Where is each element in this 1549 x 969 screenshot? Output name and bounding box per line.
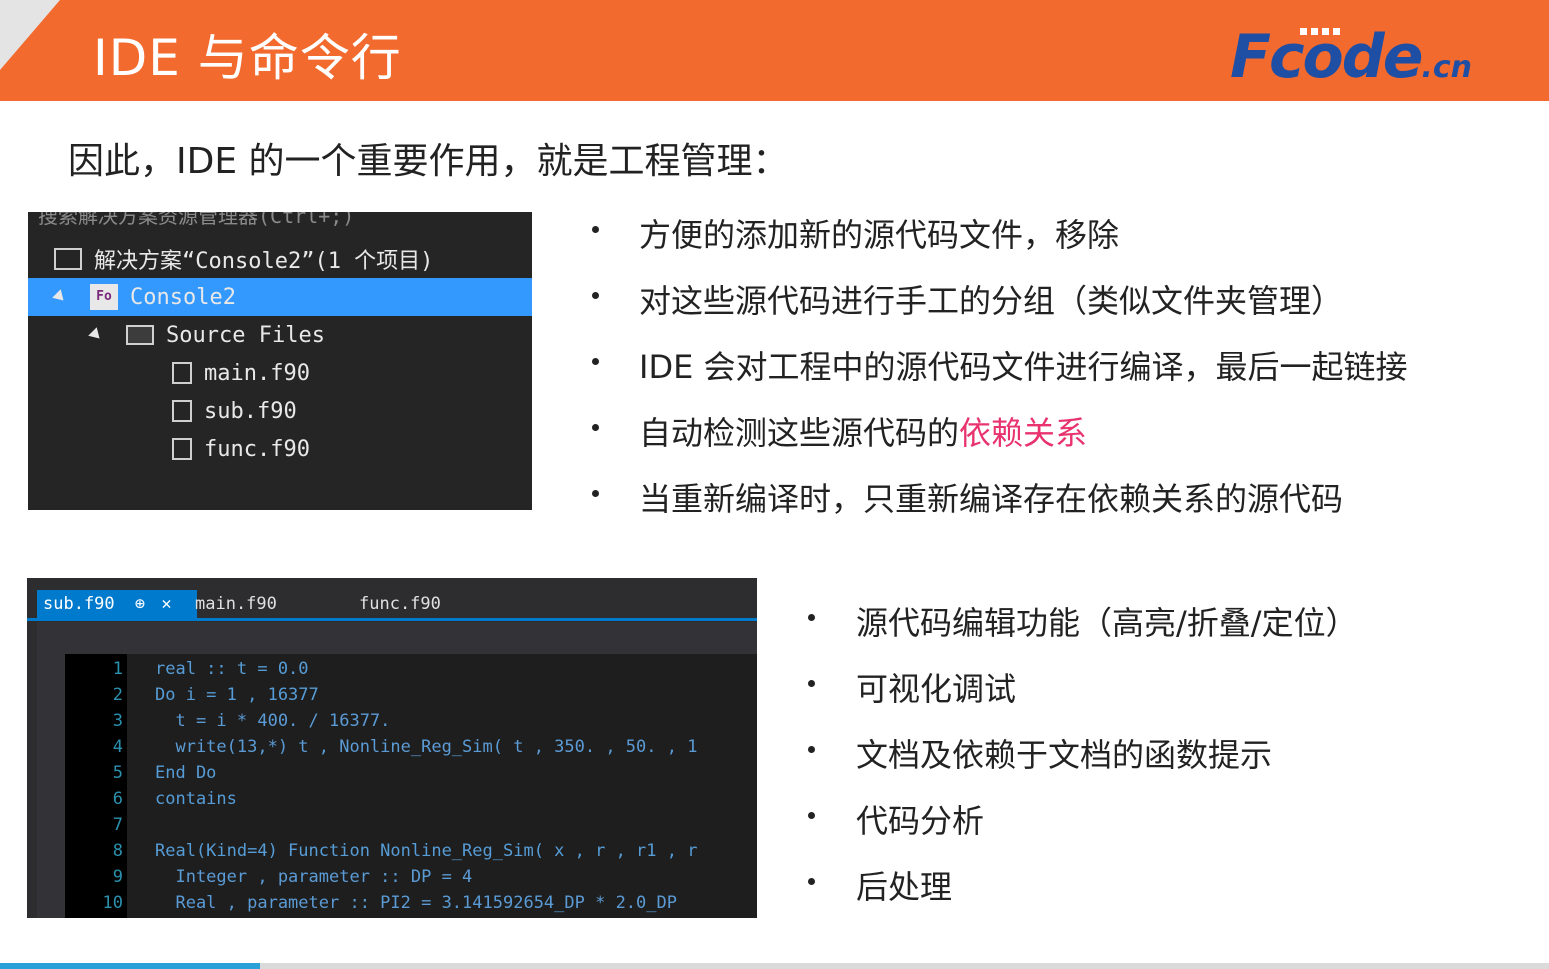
bullet-dot bbox=[592, 226, 599, 233]
folder-icon bbox=[126, 325, 154, 345]
bullet-dot bbox=[808, 878, 815, 885]
bullet-dot bbox=[808, 680, 815, 687]
line-number: 4 bbox=[112, 737, 123, 757]
search-hint-text: 搜索解决方案资源管理器(Ctrl+;) bbox=[38, 212, 355, 228]
bullet-dot bbox=[808, 746, 815, 753]
section-heading: 因此，IDE 的一个重要作用，就是工程管理： bbox=[68, 141, 789, 182]
navigation-bar bbox=[37, 622, 757, 654]
solution-node[interactable]: 解决方案“Console2”(1 个项目) bbox=[28, 240, 532, 278]
file-label: func.f90 bbox=[204, 436, 310, 462]
code-line: Real , parameter :: PI2 = 3.141592654_DP… bbox=[155, 893, 677, 913]
file-label: sub.f90 bbox=[204, 398, 297, 424]
source-file-icon bbox=[172, 400, 192, 422]
project-label: Console2 bbox=[130, 284, 236, 310]
slide-footer-bar bbox=[0, 963, 1549, 969]
folder-label: Source Files bbox=[166, 322, 325, 348]
project-node[interactable]: Fo Console2 bbox=[28, 278, 532, 316]
bullet-dot bbox=[592, 292, 599, 299]
code-editor-panel: sub.f90 ⊕ ✕ main.f90 func.f90 1 2 3 4 5 … bbox=[27, 578, 757, 918]
bullet-dot bbox=[808, 812, 815, 819]
bullet-dot bbox=[592, 424, 599, 431]
code-line: End Do bbox=[155, 763, 217, 783]
solution-label: 解决方案“Console2”(1 个项目) bbox=[94, 249, 434, 274]
close-icon[interactable]: ✕ bbox=[161, 594, 171, 614]
line-number: 3 bbox=[112, 711, 123, 731]
file-label: main.f90 bbox=[204, 360, 310, 386]
source-file-icon bbox=[172, 362, 192, 384]
bullet-dot bbox=[592, 490, 599, 497]
line-number: 1 bbox=[112, 659, 123, 679]
tab-sub-f90[interactable]: sub.f90 ⊕ ✕ bbox=[37, 590, 197, 618]
dependency-highlight: 依赖关系 bbox=[959, 414, 1088, 452]
code-text-area[interactable]: real :: t = 0.0 Do i = 1 , 16377 t = i *… bbox=[127, 654, 757, 918]
expand-arrow-icon[interactable] bbox=[88, 327, 104, 343]
slide-title: IDE 与命令行 bbox=[93, 29, 402, 87]
editor-tab-strip: sub.f90 ⊕ ✕ main.f90 func.f90 bbox=[27, 590, 757, 621]
solution-explorer-panel: 搜索解决方案资源管理器(Ctrl+;) 解决方案“Console2”(1 个项目… bbox=[28, 212, 532, 510]
expand-arrow-icon[interactable] bbox=[52, 289, 68, 305]
line-number: 5 bbox=[112, 763, 123, 783]
tab-main-f90[interactable]: main.f90 bbox=[189, 590, 283, 618]
code-line: Integer , parameter :: DP = 4 bbox=[155, 867, 473, 887]
fortran-project-icon: Fo bbox=[90, 284, 118, 310]
fcode-logo: Fcode.cn bbox=[1230, 22, 1472, 92]
file-node-func[interactable]: func.f90 bbox=[28, 430, 532, 468]
bullet-dot bbox=[808, 614, 815, 621]
code-line: write(13,*) t , Nonline_Reg_Sim( t , 350… bbox=[155, 737, 698, 757]
solution-icon bbox=[54, 248, 82, 270]
source-file-icon bbox=[172, 438, 192, 460]
file-node-main[interactable]: main.f90 bbox=[28, 354, 532, 392]
line-number: 7 bbox=[112, 815, 123, 835]
margin-strip bbox=[37, 654, 65, 918]
logo-text: Fcode bbox=[1230, 22, 1423, 92]
line-number: 2 bbox=[112, 685, 123, 705]
pin-icon[interactable]: ⊕ bbox=[135, 594, 145, 614]
code-line: Do i = 1 , 16377 bbox=[155, 685, 319, 705]
file-node-sub[interactable]: sub.f90 bbox=[28, 392, 532, 430]
logo-suffix: .cn bbox=[1421, 50, 1472, 85]
line-number: 6 bbox=[112, 789, 123, 809]
code-line: contains bbox=[155, 789, 237, 809]
folder-node[interactable]: Source Files bbox=[28, 316, 532, 354]
code-line: Real(Kind=4) Function Nonline_Reg_Sim( x… bbox=[155, 841, 698, 861]
line-number: 10 bbox=[102, 893, 123, 913]
line-number-gutter: 1 2 3 4 5 6 7 8 9 10 bbox=[65, 654, 127, 918]
bullet-dot bbox=[592, 358, 599, 365]
footer-accent bbox=[0, 963, 260, 969]
line-number: 9 bbox=[112, 867, 123, 887]
line-number: 8 bbox=[112, 841, 123, 861]
tab-func-f90[interactable]: func.f90 bbox=[353, 590, 447, 618]
code-line: real :: t = 0.0 bbox=[155, 659, 309, 679]
code-line: t = i * 400. / 16377. bbox=[155, 711, 391, 731]
